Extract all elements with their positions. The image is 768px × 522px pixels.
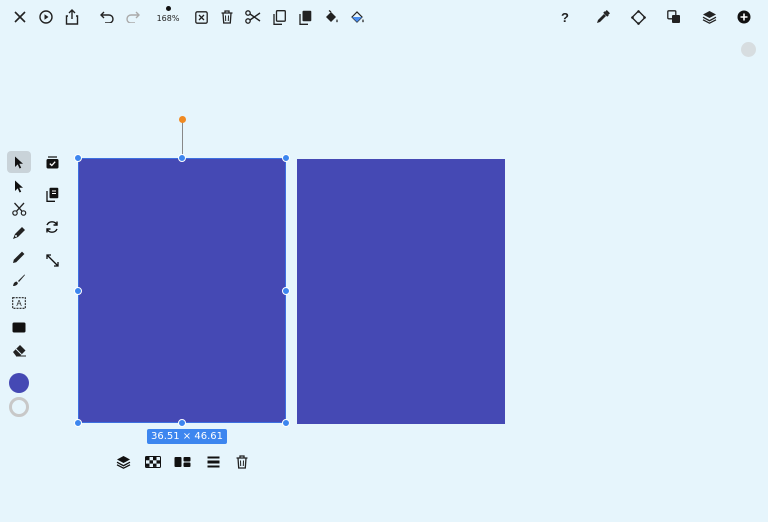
drawing-canvas[interactable]: 36.51 × 46.61	[0, 0, 768, 522]
resize-icon[interactable]	[42, 250, 62, 270]
resize-handle-bottom-right[interactable]	[282, 419, 290, 427]
resize-handle-left[interactable]	[74, 287, 82, 295]
tool-brush[interactable]	[7, 269, 31, 291]
stroke-color-swatch[interactable]	[9, 397, 29, 417]
select-all-icon[interactable]	[42, 152, 62, 172]
rectangle-shape[interactable]	[297, 159, 505, 424]
tool-select[interactable]	[7, 151, 31, 173]
tool-pencil[interactable]	[7, 246, 31, 268]
resize-handle-top-right[interactable]	[282, 154, 290, 162]
dimension-label: 36.51 × 46.61	[147, 429, 227, 444]
duplicate-icon[interactable]	[42, 184, 62, 204]
tool-direct-select[interactable]	[7, 175, 31, 197]
delete-shape-icon[interactable]	[232, 452, 252, 472]
align-icon[interactable]	[172, 452, 192, 472]
tool-eraser[interactable]	[7, 339, 31, 361]
rotation-stem	[182, 121, 183, 158]
arrange-layers-icon[interactable]	[113, 452, 133, 472]
tool-scissors[interactable]	[7, 198, 31, 220]
distribute-icon[interactable]	[203, 452, 223, 472]
resize-handle-top-left[interactable]	[74, 154, 82, 162]
resize-handle-bottom[interactable]	[178, 419, 186, 427]
resize-handle-top[interactable]	[178, 154, 186, 162]
selection-box	[78, 158, 286, 423]
tool-pen[interactable]	[7, 222, 31, 244]
tool-rectangle[interactable]	[7, 316, 31, 338]
resize-handle-right[interactable]	[282, 287, 290, 295]
pattern-icon[interactable]	[143, 452, 163, 472]
rotate-icon[interactable]	[42, 217, 62, 237]
resize-handle-bottom-left[interactable]	[74, 419, 82, 427]
tool-text[interactable]: A	[7, 292, 31, 314]
rotation-handle[interactable]	[179, 116, 186, 123]
fill-color-swatch[interactable]	[9, 373, 29, 393]
svg-text:A: A	[16, 299, 22, 308]
